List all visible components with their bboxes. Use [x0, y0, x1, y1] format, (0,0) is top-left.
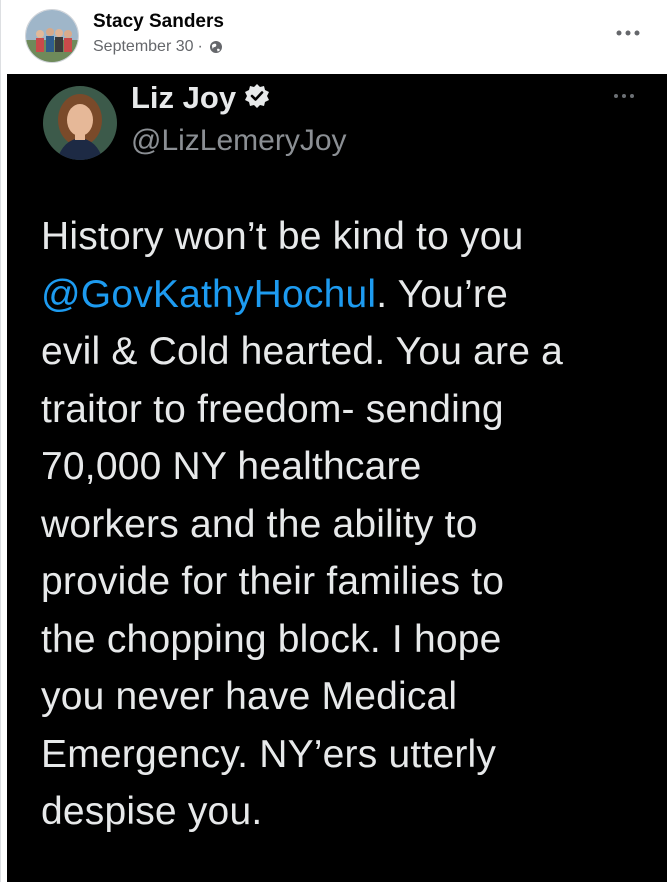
- tweet-text-line: Emergency. NY’ers utterly: [41, 726, 641, 784]
- tweet-text-segment: workers and the ability to: [41, 502, 478, 546]
- tweet-text-segment: evil & Cold hearted. You are a: [41, 330, 564, 373]
- globe-icon[interactable]: [209, 40, 223, 54]
- tweet-text-segment: provide for their families to: [41, 560, 505, 603]
- verified-badge-icon: [244, 83, 270, 114]
- tweet-text-line: despise you.: [41, 783, 641, 841]
- tweet-text-line: evil & Cold hearted. You are a: [41, 323, 641, 381]
- profile-photo: [43, 86, 117, 160]
- tweet-text-segment: traitor to freedom- sending: [41, 387, 504, 431]
- tweet-text-line: @GovKathyHochul. You’re: [41, 266, 641, 324]
- tweet-author-name: Liz Joy: [131, 80, 237, 115]
- tweet-text-line: 70,000 NY healthcare: [41, 438, 641, 496]
- tweet-text-segment: you never have Medical: [41, 675, 458, 718]
- avatar-photo: [26, 10, 78, 62]
- tweet-screenshot: Liz Joy @LizLemeryJoy History won’t be k…: [7, 74, 667, 882]
- tweet-text-segment: despise you.: [41, 790, 263, 833]
- tweet-text-segment: . You’re: [376, 272, 508, 316]
- author-avatar[interactable]: [25, 9, 79, 63]
- post-meta: September 30 ·: [93, 38, 223, 56]
- tweet-text-line: traitor to freedom- sending: [41, 381, 641, 439]
- tweet-mention-link: @GovKathyHochul: [41, 272, 377, 316]
- post-header: Stacy Sanders September 30 ·: [1, 0, 672, 74]
- tweet-body: History won’t be kind to you @GovKathyHoc…: [41, 208, 641, 841]
- tweet-more-icon: [609, 88, 639, 104]
- meta-separator: ·: [197, 38, 203, 55]
- more-options-icon[interactable]: [613, 18, 643, 48]
- tweet-text-line: History won’t be kind to you: [41, 208, 641, 266]
- tweet-name-row: Liz Joy: [131, 80, 270, 116]
- tweet-text-segment: 70,000 NY healthcare: [41, 445, 422, 488]
- tweet-text-segment: History won’t be kind to you: [41, 215, 524, 258]
- post-date[interactable]: September 30: [93, 38, 194, 56]
- author-name[interactable]: Stacy Sanders: [93, 11, 224, 33]
- tweet-text-line: you never have Medical: [41, 668, 641, 726]
- tweet-text-line: provide for their families to: [41, 553, 641, 611]
- tweet-text-segment: Emergency. NY’ers utterly: [41, 732, 497, 776]
- tweet-text-segment: the chopping block. I hope: [41, 617, 502, 661]
- tweet-author-avatar: [43, 86, 117, 160]
- facebook-post: Stacy Sanders September 30 · Liz Joy @Li…: [0, 0, 672, 882]
- tweet-text-line: workers and the ability to: [41, 496, 641, 554]
- tweet-text-line: the chopping block. I hope: [41, 611, 641, 669]
- tweet-author-handle: @LizLemeryJoy: [131, 124, 347, 157]
